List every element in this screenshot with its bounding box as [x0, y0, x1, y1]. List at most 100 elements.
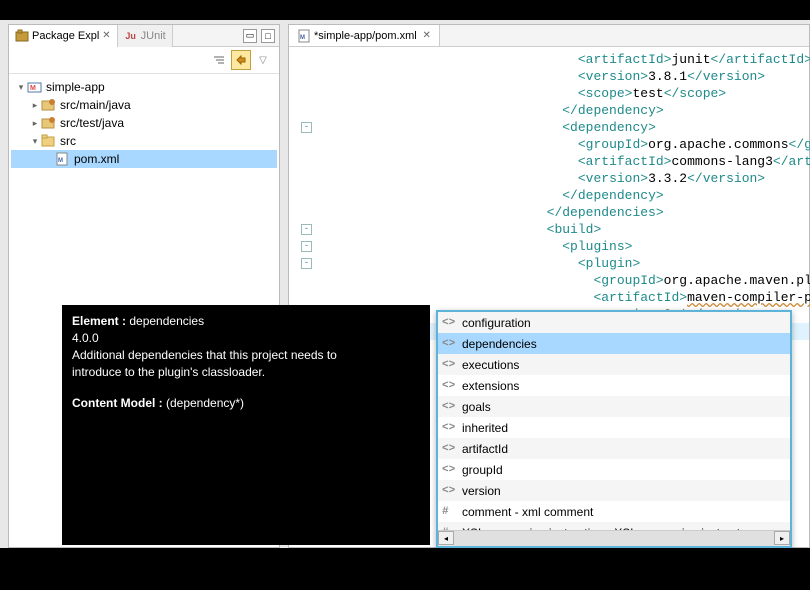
autocomplete-label: configuration — [462, 316, 531, 330]
autocomplete-label: groupId — [462, 463, 503, 477]
autocomplete-label: inherited — [462, 421, 508, 435]
xml-element-icon: <> — [442, 380, 458, 392]
xml-file-icon: M — [55, 151, 71, 167]
editor-tab-pom[interactable]: M *simple-app/pom.xml ✕ — [289, 25, 440, 46]
code-line[interactable]: <groupId>org.apache.commons</groupId> — [297, 136, 809, 153]
code-line[interactable]: </dependency> — [297, 102, 809, 119]
maximize-view-button[interactable]: □ — [261, 29, 275, 43]
scroll-left-button[interactable]: ◂ — [438, 531, 454, 545]
tree-src-main-java[interactable]: ▸ src/main/java — [11, 96, 277, 114]
autocomplete-item[interactable]: <> extensions — [438, 375, 790, 396]
autocomplete-item[interactable]: <> inherited — [438, 417, 790, 438]
xml-element-icon: <> — [442, 338, 458, 350]
fold-toggle-icon[interactable]: - — [301, 258, 312, 269]
autocomplete-item[interactable]: <>version — [438, 480, 790, 501]
tooltip-version: 4.0.0 — [72, 330, 420, 347]
collapse-all-button[interactable] — [209, 50, 229, 70]
autocomplete-item[interactable]: <> artifactId — [438, 438, 790, 459]
autocomplete-label: dependencies — [462, 337, 537, 351]
tooltip-desc-1: Additional dependencies that this projec… — [72, 347, 420, 364]
editor-tab-title: *simple-app/pom.xml — [314, 30, 417, 42]
code-line[interactable]: </dependencies> — [297, 204, 809, 221]
view-menu-button[interactable]: ▽ — [253, 50, 273, 70]
code-line[interactable]: <artifactId>maven-compiler-plugin</artif… — [297, 289, 809, 306]
tab-label: JUnit — [141, 30, 166, 42]
xml-element-icon: # — [442, 527, 458, 531]
tree-label: src/test/java — [60, 116, 124, 130]
autocomplete-label: XSL processing instruction - XSL process… — [462, 526, 740, 531]
expand-arrow-icon[interactable]: ▾ — [29, 136, 41, 147]
scroll-track[interactable] — [454, 531, 774, 546]
expand-arrow-icon[interactable]: ▾ — [15, 82, 27, 93]
tab-close-icon[interactable]: ✕ — [420, 30, 431, 41]
tree-src-test-java[interactable]: ▸ src/test/java — [11, 114, 277, 132]
maven-project-icon: M — [27, 79, 43, 95]
tooltip-model-value: (dependency*) — [166, 396, 244, 410]
expand-arrow-icon[interactable]: ▸ — [29, 100, 41, 111]
tab-package-explorer[interactable]: Package Expl ✕ — [9, 25, 118, 47]
autocomplete-item[interactable]: <>goals — [438, 396, 790, 417]
tooltip-element-label: Element : — [72, 314, 129, 328]
tooltip-desc-2: introduce to the plugin's classloader. — [72, 364, 420, 381]
tab-label: Package Expl — [32, 30, 99, 42]
code-line[interactable]: <version>3.8.1</version> — [297, 68, 809, 85]
scroll-right-button[interactable]: ▸ — [774, 531, 790, 545]
tree-label: src/main/java — [60, 98, 131, 112]
autocomplete-item[interactable]: <>groupId — [438, 459, 790, 480]
xml-element-icon: <> — [442, 422, 458, 434]
code-line[interactable]: <dependency> — [297, 119, 809, 136]
code-line[interactable]: <artifactId>commons-lang3</artifactId> — [297, 153, 809, 170]
code-line[interactable]: <groupId>org.apache.maven.plugins</group… — [297, 272, 809, 289]
autocomplete-hscrollbar[interactable]: ◂ ▸ — [438, 530, 790, 546]
tooltip-element-name: dependencies — [129, 314, 204, 328]
explorer-toolbar: ▽ — [9, 47, 279, 74]
xml-element-icon: <> — [442, 317, 458, 329]
autocomplete-list[interactable]: <>configuration<>dependencies<>execution… — [438, 312, 790, 530]
autocomplete-label: executions — [462, 358, 519, 372]
folder-icon — [41, 133, 57, 149]
tree-label: src — [60, 134, 76, 148]
tree-pom-xml[interactable]: M pom.xml — [11, 150, 277, 168]
autocomplete-item[interactable]: <> dependencies — [438, 333, 790, 354]
svg-text:M: M — [58, 158, 63, 164]
link-editor-button[interactable] — [231, 50, 251, 70]
svg-text:M: M — [300, 35, 305, 41]
xml-editor[interactable]: <artifactId>junit</artifactId> <version>… — [289, 47, 809, 344]
xml-element-icon: <> — [442, 485, 458, 497]
junit-icon: Ju — [124, 29, 138, 43]
autocomplete-popup: <>configuration<>dependencies<>execution… — [436, 310, 792, 548]
tree-project-root[interactable]: ▾ M simple-app — [11, 78, 277, 96]
autocomplete-label: comment - xml comment — [462, 505, 593, 519]
tab-close-icon[interactable]: ✕ — [102, 30, 110, 41]
code-line[interactable]: <scope>test</scope> — [297, 85, 809, 102]
fold-toggle-icon[interactable]: - — [301, 224, 312, 235]
minimize-view-button[interactable]: ▭ — [243, 29, 257, 43]
expand-arrow-icon[interactable]: ▸ — [29, 118, 41, 129]
xml-element-icon: # — [442, 506, 458, 518]
xml-element-icon: <> — [442, 443, 458, 455]
package-explorer-icon — [15, 29, 29, 43]
autocomplete-item[interactable]: # comment - xml comment — [438, 501, 790, 522]
code-line[interactable]: <artifactId>junit</artifactId> — [297, 51, 809, 68]
code-line[interactable]: <plugins> — [297, 238, 809, 255]
autocomplete-label: extensions — [462, 379, 519, 393]
code-line[interactable]: <plugin> — [297, 255, 809, 272]
project-tree: ▾ M simple-app ▸ src/main/java ▸ src/tes… — [9, 74, 279, 172]
fold-toggle-icon[interactable]: - — [301, 241, 312, 252]
tree-label: simple-app — [46, 80, 105, 94]
code-line[interactable]: <version>3.3.2</version> — [297, 170, 809, 187]
code-line[interactable]: <build> — [297, 221, 809, 238]
autocomplete-item[interactable]: <> configuration — [438, 312, 790, 333]
package-folder-icon — [41, 115, 57, 131]
fold-toggle-icon[interactable]: - — [301, 122, 312, 133]
left-tab-bar: Package Expl ✕ Ju JUnit ▭ □ — [9, 25, 279, 47]
tree-src-folder[interactable]: ▾ src — [11, 132, 277, 150]
tab-junit[interactable]: Ju JUnit — [118, 25, 173, 47]
tree-label: pom.xml — [74, 152, 119, 166]
autocomplete-item[interactable]: <>executions — [438, 354, 790, 375]
svg-text:M: M — [30, 85, 36, 92]
autocomplete-label: artifactId — [462, 442, 508, 456]
autocomplete-item[interactable]: # XSL processing instruction - XSL proces… — [438, 522, 790, 530]
code-line[interactable]: </dependency> — [297, 187, 809, 204]
xml-hover-tooltip: Element : dependencies 4.0.0 Additional … — [62, 305, 430, 545]
